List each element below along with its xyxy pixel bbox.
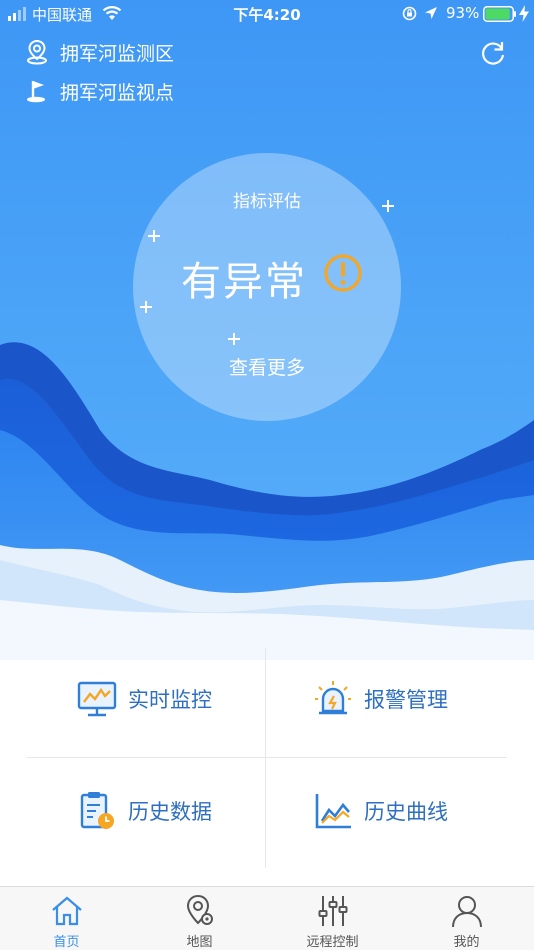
menu-history-curve[interactable]: 历史曲线 [312,756,448,866]
monitor-area-selector[interactable]: 拥军河监测区 [24,38,174,66]
tab-home[interactable]: 首页 [0,887,133,950]
map-pin-icon [186,894,213,925]
evaluation-title: 指标评估 [233,192,301,212]
grid-divider-vertical [265,648,266,868]
bottom-tab-bar: 首页 地图 远程控制 我的 [0,886,534,950]
menu-label: 报警管理 [364,688,448,712]
monitor-area-label: 拥军河监测区 [60,42,175,65]
tab-profile[interactable]: 我的 [400,887,533,950]
tab-label: 地图 [186,935,213,950]
tab-remote-control[interactable]: 远程控制 [266,887,399,950]
evaluation-status: 有异常 [181,259,307,305]
menu-label: 历史数据 [128,800,212,824]
view-more-link[interactable]: 查看更多 [133,353,401,380]
monitor-chart-icon [77,681,117,717]
menu-history-data[interactable]: 历史数据 [76,756,212,866]
warning-icon [324,254,362,292]
battery-icon [483,6,516,22]
sliders-icon [318,896,347,926]
flag-icon [27,81,45,103]
evaluation-circle[interactable]: 指标评估 有异常 查看更多 [133,153,401,421]
home-icon [51,896,82,926]
monitor-point-selector[interactable]: 拥军河监视点 [24,77,174,105]
menu-alarm-management[interactable]: 报警管理 [312,644,448,754]
charging-bolt-icon [519,5,529,22]
clipboard-clock-icon [80,792,114,829]
location-arrow-icon [425,7,437,19]
tab-label: 远程控制 [306,935,359,950]
rotation-lock-icon [402,6,417,21]
tab-label: 首页 [53,935,80,950]
refresh-icon[interactable] [478,38,508,68]
location-pin-icon [27,39,47,65]
feature-grid: 实时监控 报警管理 历史数据 历史曲线 [0,640,534,880]
hero-panel: 中国联通 下午4:20 93% 拥军河监测区 拥军河监视点 指标评估 有异常 查… [0,0,534,660]
status-bar: 中国联通 下午4:20 93% [0,0,534,28]
user-icon [451,896,482,928]
alarm-light-icon [315,681,351,715]
tab-map[interactable]: 地图 [133,887,266,950]
monitor-point-label: 拥军河监视点 [60,81,175,104]
menu-label: 实时监控 [128,688,212,712]
tab-label: 我的 [453,935,480,950]
menu-label: 历史曲线 [364,800,448,824]
menu-realtime-monitor[interactable]: 实时监控 [76,644,212,754]
battery-percent: 93% [446,4,480,22]
line-chart-icon [315,794,351,829]
